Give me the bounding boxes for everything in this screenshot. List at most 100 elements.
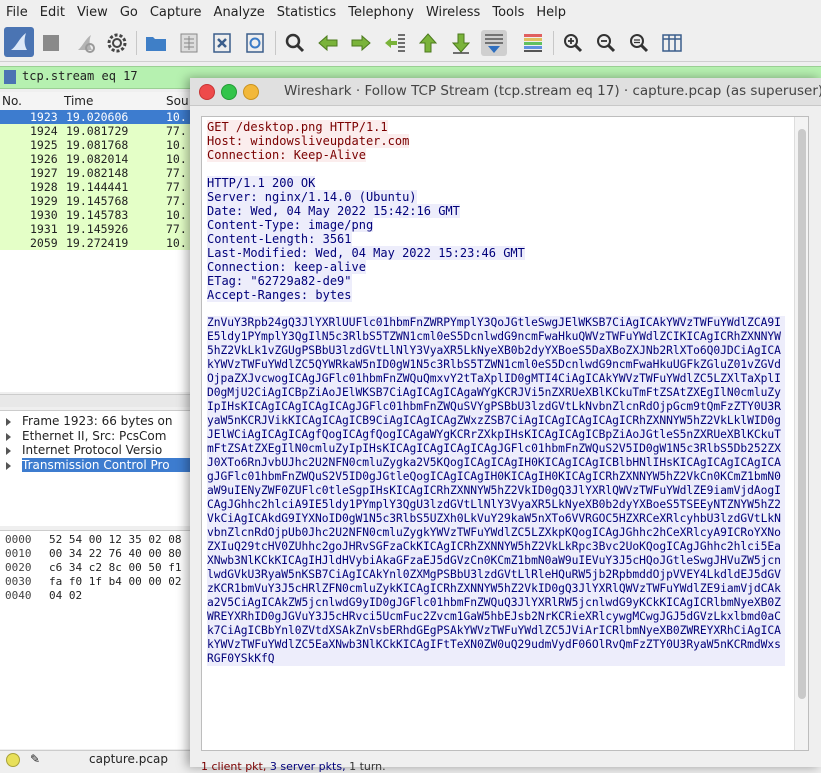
save-file-button[interactable] (176, 30, 202, 56)
response-body: ZnVuY3Rpb24gQ3JlYXRlUUFlc01hbmFnZWRPYmpl… (207, 316, 785, 666)
go-to-packet-button[interactable] (382, 30, 408, 56)
stop-capture-button[interactable] (38, 30, 64, 56)
packet-source: 10. (166, 110, 187, 124)
zoom-in-icon (564, 34, 583, 53)
menu-edit[interactable]: Edit (34, 0, 71, 25)
byte-hex[interactable]: fa f0 1f b4 00 00 02 (49, 575, 181, 589)
close-file-button[interactable] (209, 30, 235, 56)
gear-icon (107, 33, 127, 53)
status-filename: capture.pcap (89, 752, 168, 766)
packet-no: 2059 (30, 236, 58, 250)
byte-hex[interactable]: c6 34 c2 8c 00 50 f1 (49, 561, 181, 575)
close-window-button[interactable] (199, 84, 215, 100)
packet-row[interactable]: 1930 19.145783 10. (0, 208, 192, 222)
packet-row[interactable]: 1928 19.144441 77. (0, 180, 192, 194)
go-forward-button[interactable] (348, 30, 374, 56)
packet-no: 1923 (30, 110, 58, 124)
menu-statistics[interactable]: Statistics (271, 0, 342, 25)
close-file-icon (213, 33, 231, 53)
expand-arrow-icon[interactable] (6, 418, 11, 426)
expand-arrow-icon[interactable] (6, 432, 11, 441)
server-line: Accept-Ranges: bytes (207, 288, 352, 302)
packet-no: 1924 (30, 124, 58, 138)
client-line: Host: windowsliveupdater.com (207, 134, 410, 148)
zoom-reset-icon (630, 34, 649, 53)
column-source[interactable]: Sou (166, 94, 189, 108)
expand-arrow-icon[interactable] (6, 461, 11, 470)
minimize-window-button[interactable] (243, 84, 259, 100)
zoom-out-button[interactable] (593, 30, 619, 56)
packet-row[interactable]: 1927 19.082148 77. (0, 166, 192, 180)
capture-options-button[interactable] (104, 30, 130, 56)
menu-wireless[interactable]: Wireless (420, 0, 486, 25)
expand-arrow-icon[interactable] (6, 447, 11, 455)
menu-file[interactable]: File (0, 0, 34, 25)
maximize-window-button[interactable] (221, 84, 237, 100)
last-packet-button[interactable] (448, 30, 474, 56)
packet-no: 1925 (30, 138, 58, 152)
server-line: Last-Modified: Wed, 04 May 2022 15:23:46… (207, 246, 525, 260)
packet-row[interactable]: 1931 19.145926 77. (0, 222, 192, 236)
resize-columns-button[interactable] (659, 30, 685, 56)
zoom-in-button[interactable] (560, 30, 586, 56)
follow-tcp-stream-dialog: Wireshark · Follow TCP Stream (tcp.strea… (190, 78, 821, 773)
display-filter-input[interactable]: tcp.stream eq 17 (22, 69, 138, 83)
column-time[interactable]: Time (64, 94, 93, 108)
start-capture-button[interactable] (4, 27, 34, 57)
packet-row[interactable]: 1925 19.081768 10. (0, 138, 192, 152)
edit-comment-icon[interactable]: ✎ (30, 752, 40, 766)
go-to-packet-icon (385, 34, 405, 52)
packet-row[interactable]: 2059 19.272419 10. (0, 236, 192, 250)
packet-row[interactable]: 1929 19.145768 77. (0, 194, 192, 208)
packet-time: 19.144441 (66, 180, 129, 194)
scrollbar-thumb[interactable] (798, 129, 806, 699)
reload-file-button[interactable] (242, 30, 268, 56)
menu-help[interactable]: Help (530, 0, 572, 25)
expert-info-icon[interactable] (6, 753, 20, 767)
byte-hex[interactable]: 52 54 00 12 35 02 08 (49, 533, 181, 547)
bookmark-icon[interactable] (4, 70, 16, 84)
packet-no: 1926 (30, 152, 58, 166)
menu-bar: File Edit View Go Capture Analyze Statis… (0, 0, 821, 25)
packet-time: 19.145926 (66, 222, 129, 236)
menu-tools[interactable]: Tools (486, 0, 530, 25)
menu-capture[interactable]: Capture (144, 0, 208, 25)
byte-offset: 0030 (5, 575, 32, 588)
packet-source: 77. (166, 166, 187, 180)
detail-row-tcp[interactable]: Transmission Control Pro (0, 457, 200, 472)
packet-time: 19.020606 (66, 110, 129, 124)
packet-row[interactable]: 1924 19.081729 77. (0, 124, 192, 138)
byte-hex[interactable]: 00 34 22 76 40 00 80 (49, 547, 181, 561)
byte-offset: 0040 (5, 589, 32, 602)
byte-offset: 0010 (5, 547, 32, 560)
menu-telephony[interactable]: Telephony (342, 0, 420, 25)
detail-row-frame[interactable]: Frame 1923: 66 bytes on (0, 414, 192, 429)
open-file-button[interactable] (143, 30, 169, 56)
packet-row[interactable]: 1923 19.020606 10. (0, 110, 192, 124)
menu-go[interactable]: Go (114, 0, 144, 25)
menu-analyze[interactable]: Analyze (208, 0, 271, 25)
restart-capture-button[interactable] (72, 30, 98, 56)
arrow-left-icon (318, 34, 338, 52)
byte-offset: 0020 (5, 561, 32, 574)
go-back-button[interactable] (315, 30, 341, 56)
normal-size-button[interactable] (626, 30, 652, 56)
stream-content[interactable]: GET /desktop.png HTTP/1.1 Host: windowsl… (201, 116, 809, 751)
byte-hex[interactable]: 04 02 (49, 589, 82, 603)
menu-view[interactable]: View (71, 0, 114, 25)
first-packet-button[interactable] (415, 30, 441, 56)
autoscroll-button[interactable] (481, 30, 507, 56)
dialog-titlebar[interactable]: Wireshark · Follow TCP Stream (tcp.strea… (190, 78, 821, 106)
find-packet-button[interactable] (282, 30, 308, 56)
packet-row[interactable]: 1926 19.082014 10. (0, 152, 192, 166)
detail-row-ethernet[interactable]: Ethernet II, Src: PcsCom (0, 429, 192, 444)
stream-scrollbar[interactable] (794, 117, 808, 750)
packet-list-scrollbar[interactable] (0, 394, 192, 407)
client-line: GET /desktop.png HTTP/1.1 (207, 120, 388, 134)
main-toolbar (0, 25, 821, 62)
detail-row-ip[interactable]: Internet Protocol Versio (0, 443, 192, 458)
colorize-button[interactable] (520, 30, 546, 56)
arrow-right-icon (351, 34, 371, 52)
packet-no: 1928 (30, 180, 58, 194)
column-no[interactable]: No. (2, 94, 22, 108)
